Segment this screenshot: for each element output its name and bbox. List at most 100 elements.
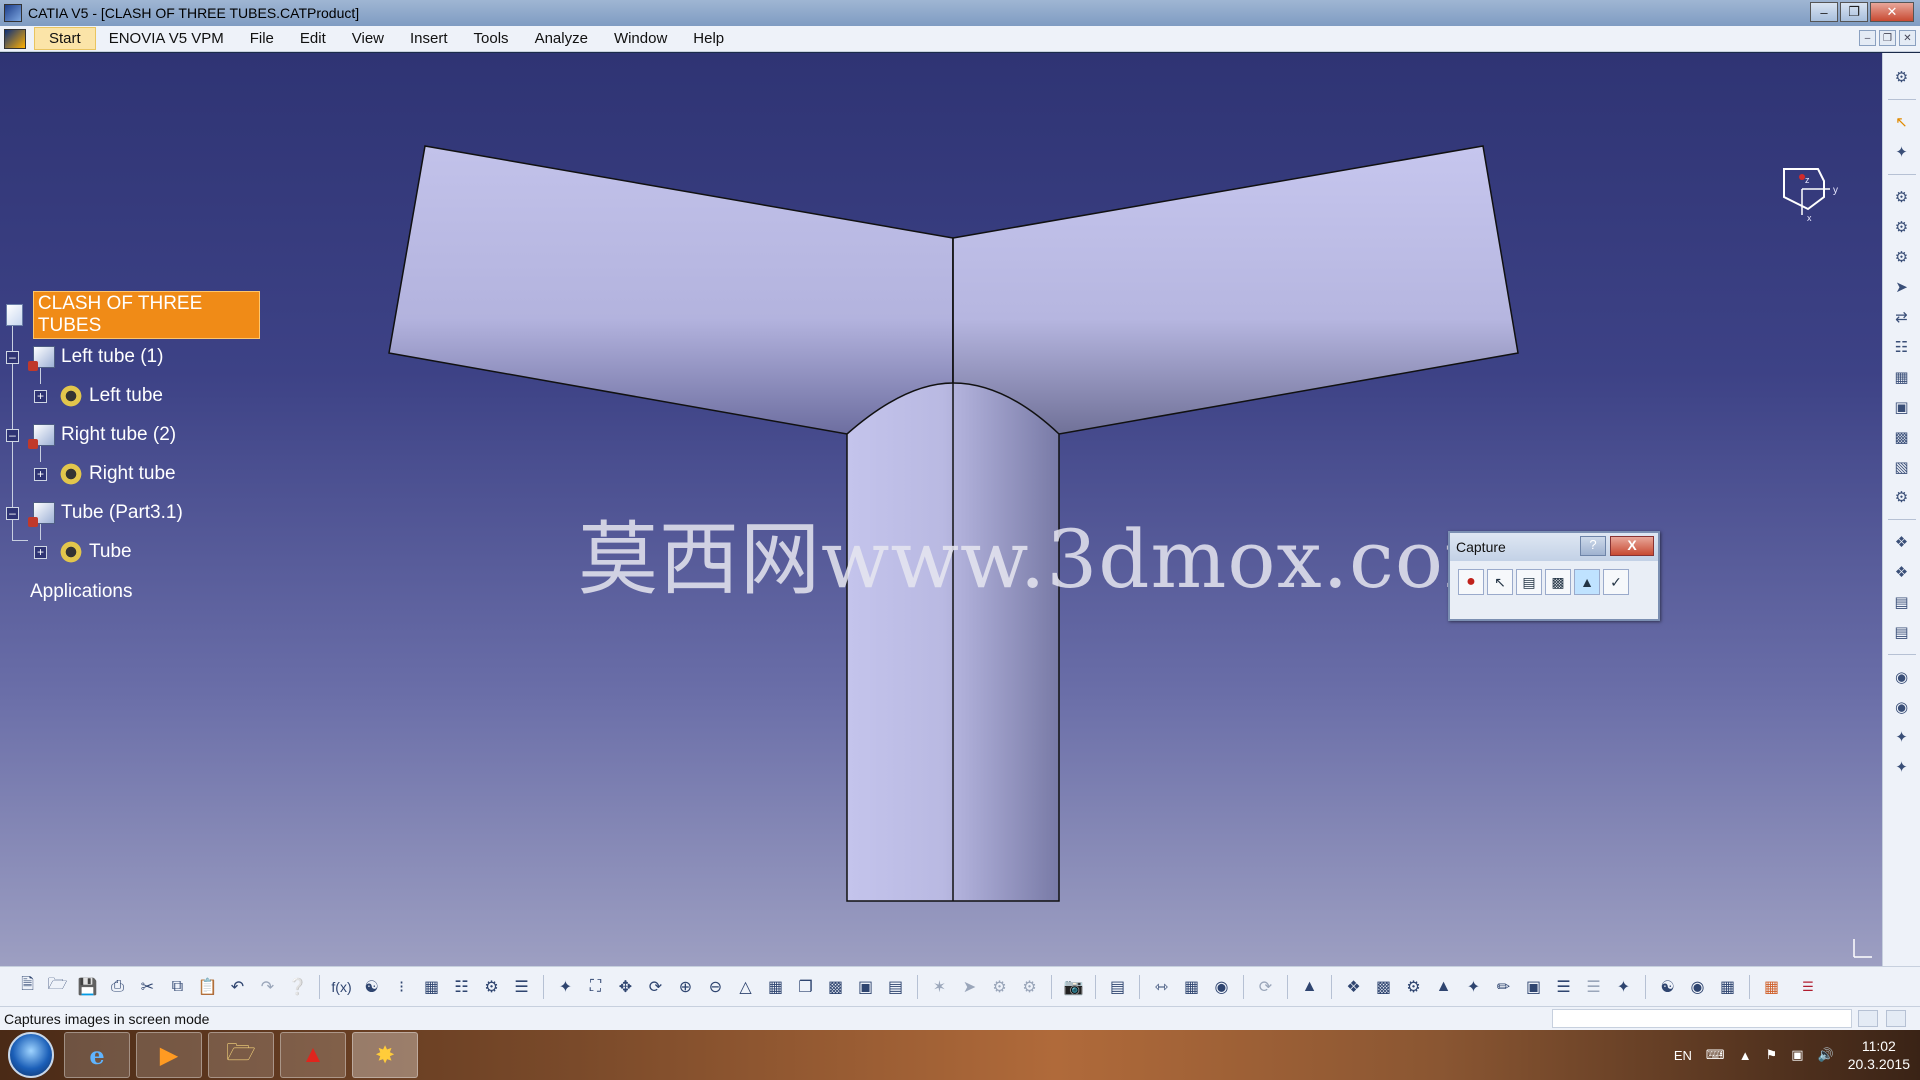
material-library-icon[interactable]: ▦	[1714, 974, 1741, 1000]
tree-node-label[interactable]: Left tube	[89, 385, 163, 407]
status-mini-button[interactable]	[1886, 1010, 1906, 1027]
track-icon[interactable]: ☰	[1550, 974, 1577, 1000]
action-center-flag-icon[interactable]: ⚑	[1766, 1047, 1778, 1063]
zoom-out-icon[interactable]: ⊖	[702, 974, 729, 1000]
measure-inertia-icon[interactable]: ⚙	[986, 974, 1013, 1000]
update-icon[interactable]: ⟳	[1252, 974, 1279, 1000]
selective-load-icon[interactable]: ▣	[1889, 395, 1915, 419]
keyboard-icon[interactable]: ⌨	[1706, 1047, 1725, 1063]
windows-start-icon[interactable]	[8, 1032, 54, 1078]
tree-node-label[interactable]: Applications	[30, 581, 132, 603]
offset-constraint-icon[interactable]: ✦	[1889, 725, 1915, 749]
measure-between-icon[interactable]: ✶	[926, 974, 953, 1000]
save-icon[interactable]: 💾	[74, 974, 101, 1000]
measure-inertia-tool-icon[interactable]: ◉	[1208, 974, 1235, 1000]
multi-instantiation-icon[interactable]: ▧	[1889, 455, 1915, 479]
doc-close-button[interactable]: ✕	[1899, 30, 1916, 46]
manage-representations-icon[interactable]: ▩	[1889, 425, 1915, 449]
generate-numbering-icon[interactable]: ▦	[1889, 365, 1915, 389]
menu-start[interactable]: Start	[34, 27, 96, 50]
pan-icon[interactable]: ✥	[612, 974, 639, 1000]
capture-tool-icon[interactable]: 📷	[1060, 974, 1087, 1000]
whats-this-icon[interactable]: ❔	[284, 974, 311, 1000]
doc-restore-button[interactable]: ❐	[1879, 30, 1896, 46]
fit-all-in-icon[interactable]: ⛶	[582, 974, 609, 1000]
catia-menu-logo-icon[interactable]	[4, 28, 26, 49]
menu-help[interactable]: Help	[680, 30, 737, 47]
collapse-icon[interactable]: –	[6, 506, 19, 520]
redo-icon[interactable]: ↷	[254, 974, 281, 1000]
new-part-icon[interactable]: ➤	[1889, 275, 1915, 299]
swap-visible-space-icon[interactable]: ▤	[882, 974, 909, 1000]
paste-icon[interactable]: 📋	[194, 974, 221, 1000]
explode-icon[interactable]: ▤	[1889, 590, 1915, 614]
network-icon[interactable]: ▣	[1791, 1047, 1803, 1063]
simulation-icon[interactable]: ✦	[1610, 974, 1637, 1000]
expand-icon[interactable]: +	[34, 545, 47, 559]
graph-tree-icon[interactable]: ☷	[1889, 335, 1915, 359]
tree-root-label[interactable]: CLASH OF THREE TUBES	[32, 291, 260, 339]
record-icon[interactable]: ●	[1458, 569, 1484, 595]
menu-tools[interactable]: Tools	[461, 30, 522, 47]
tree-node-tube-instance[interactable]: – Tube (Part3.1)	[6, 498, 183, 528]
contact-constraint-icon[interactable]: ◉	[1889, 695, 1915, 719]
file-explorer-icon[interactable]: 🗁	[208, 1032, 274, 1078]
annotation-icon[interactable]: ❖	[1340, 974, 1367, 1000]
capture-toolbar[interactable]: Capture ? X ● ↖ ▤ ▩ ▲ ✓	[1448, 531, 1660, 621]
expand-icon[interactable]: +	[34, 467, 47, 481]
media-player-icon[interactable]: ▶	[136, 1032, 202, 1078]
language-indicator[interactable]: EN	[1674, 1048, 1692, 1063]
product-structure-icon[interactable]: ⚙	[1889, 65, 1915, 89]
law-icon[interactable]: ⁝	[388, 974, 415, 1000]
image-icon[interactable]: ▲	[1574, 569, 1600, 595]
close-button[interactable]: ✕	[1870, 2, 1914, 22]
render-icon[interactable]: ◉	[1684, 974, 1711, 1000]
status-mini-button[interactable]	[1858, 1010, 1878, 1027]
iso-view-icon[interactable]: ❐	[792, 974, 819, 1000]
open-icon[interactable]: 🗁	[44, 974, 71, 1000]
fly-mode-icon[interactable]: ✦	[1889, 140, 1915, 164]
publication-icon[interactable]: ⚙	[478, 974, 505, 1000]
tree-node-left-tube-part[interactable]: + Left tube	[34, 381, 163, 411]
clash-icon[interactable]: ⚙	[1016, 974, 1043, 1000]
grid-icon[interactable]: ▦	[1758, 974, 1785, 1000]
measure-distance-icon[interactable]: ⇿	[1148, 974, 1175, 1000]
menu-view[interactable]: View	[339, 30, 397, 47]
catalog-browser-icon[interactable]: ▤	[1104, 974, 1131, 1000]
copy-icon[interactable]: ⧉	[164, 974, 191, 1000]
scene-icon[interactable]: ▲	[1296, 974, 1323, 1000]
doc-minimize-button[interactable]: –	[1859, 30, 1876, 46]
tree-node-label[interactable]: Tube (Part3.1)	[61, 502, 183, 524]
volume-icon[interactable]: 🔊	[1818, 1047, 1834, 1063]
tree-node-right-tube-instance[interactable]: – Right tube (2)	[6, 420, 176, 450]
menu-insert[interactable]: Insert	[397, 30, 461, 47]
print-icon[interactable]: ⎙	[104, 974, 131, 1000]
stop-manipulate-on-clash-icon[interactable]: ▤	[1889, 620, 1915, 644]
cut-icon[interactable]: ✂	[134, 974, 161, 1000]
menu-file[interactable]: File	[237, 30, 287, 47]
snap-icon[interactable]: ❖	[1889, 560, 1915, 584]
design-table-icon[interactable]: ▦	[418, 974, 445, 1000]
multi-view-icon[interactable]: ▦	[762, 974, 789, 1000]
product-catalog-icon[interactable]: ☷	[448, 974, 475, 1000]
fly-icon[interactable]: ✦	[552, 974, 579, 1000]
manipulation-icon[interactable]: ❖	[1889, 530, 1915, 554]
capture-close-button[interactable]: X	[1610, 536, 1654, 556]
collapse-icon[interactable]: –	[6, 350, 19, 364]
shading-icon[interactable]: ▩	[822, 974, 849, 1000]
normal-view-icon[interactable]: △	[732, 974, 759, 1000]
coincidence-constraint-icon[interactable]: ◉	[1889, 665, 1915, 689]
clash-analysis-icon[interactable]: ▲	[1430, 974, 1457, 1000]
zoom-in-icon[interactable]: ⊕	[672, 974, 699, 1000]
existing-component-icon[interactable]: ⚙	[1889, 185, 1915, 209]
tree-node-label[interactable]: Right tube (2)	[61, 424, 176, 446]
menu-enovia[interactable]: ENOVIA V5 VPM	[96, 30, 237, 47]
angle-constraint-icon[interactable]: ✦	[1889, 755, 1915, 779]
collapse-icon[interactable]: –	[6, 428, 19, 442]
new-component-icon[interactable]: ⚙	[1889, 215, 1915, 239]
replace-component-icon[interactable]: ⇄	[1889, 305, 1915, 329]
tree-node-label[interactable]: Left tube (1)	[61, 346, 163, 368]
3d-viewport[interactable]: 莫西网www.3dmox.com z y x CLASH OF THREE TU…	[0, 53, 1882, 966]
select-icon[interactable]: ↖	[1487, 569, 1513, 595]
clock[interactable]: 11:02 20.3.2015	[1848, 1037, 1910, 1073]
